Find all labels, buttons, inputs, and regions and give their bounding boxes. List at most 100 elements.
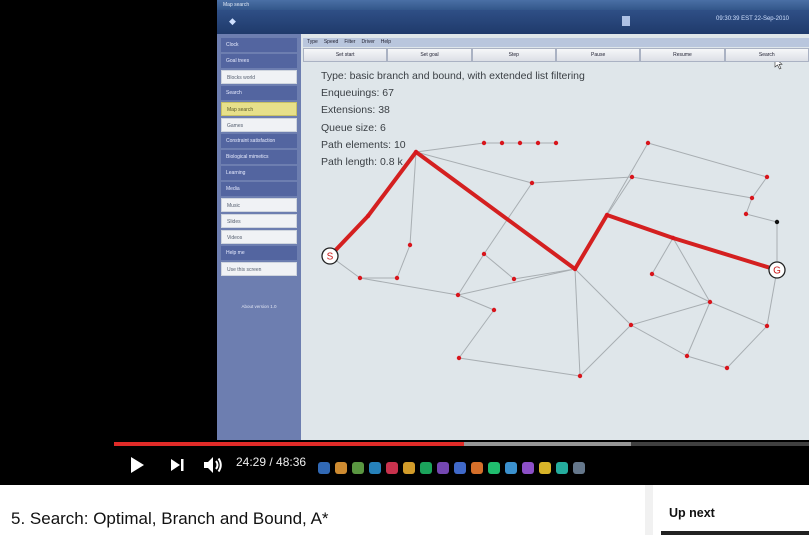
graph-edge (686, 301, 711, 357)
sidebar-item-help-me[interactable]: Help me (221, 246, 297, 260)
menu-driver[interactable]: Driver (361, 39, 374, 45)
taskbar-clock: 09:30:39 EST 22-Sep-2010 (716, 16, 789, 22)
taskbar-app-icon[interactable] (437, 462, 449, 474)
sidebar-item-map-search[interactable]: Map search (221, 102, 297, 116)
sidebar-item-music[interactable]: Music (221, 198, 297, 212)
taskbar-app-icon[interactable] (488, 462, 500, 474)
graph-edge (513, 268, 576, 280)
graph-node (628, 322, 634, 328)
set-goal-button[interactable]: Set goal (387, 48, 472, 62)
sidebar-item-games[interactable]: Games (221, 118, 297, 132)
next-icon[interactable] (168, 456, 186, 474)
progress-bar[interactable] (114, 442, 809, 446)
menu-type[interactable]: Type (307, 39, 318, 45)
graph-node (357, 275, 363, 281)
graph-node (707, 299, 713, 305)
goal-node-label: G (773, 266, 781, 277)
graph-node (529, 180, 535, 186)
graph-node (456, 355, 462, 361)
taskbar-app-icon[interactable] (471, 462, 483, 474)
path-length: Path length: 0.8 k (321, 156, 403, 169)
graph-node (684, 353, 690, 359)
graph-node (491, 307, 497, 313)
sidebar-item-learning[interactable]: Learning (221, 166, 297, 180)
graph-edge (709, 301, 768, 327)
play-icon[interactable] (128, 456, 146, 474)
step-button[interactable]: Step (471, 48, 556, 62)
taskbar-app-icon[interactable] (505, 462, 517, 474)
sidebar-item-media[interactable]: Media (221, 182, 297, 196)
enqueuings-count: Enqueuings: 67 (321, 87, 394, 100)
set-start-button[interactable]: Set start (303, 48, 388, 62)
menu-bar: Type Speed Filter Driver Help (303, 38, 809, 47)
up-next-thumbnail[interactable] (661, 531, 809, 535)
taskbar-app-icon[interactable] (454, 462, 466, 474)
graph-edge (359, 277, 459, 296)
taskbar-app-icon[interactable] (318, 462, 330, 474)
taskbar-app-icon[interactable] (335, 462, 347, 474)
graph-edge (630, 324, 688, 357)
up-next-label: Up next (669, 506, 715, 520)
graph-edge (458, 357, 581, 377)
graph-edge (751, 176, 768, 199)
video-frame: Map search ◆ 09:30:39 EST 22-Sep-2010 Cl… (217, 0, 809, 440)
search-info: Type: basic branch and bound, with exten… (321, 68, 585, 171)
menu-filter[interactable]: Filter (344, 39, 355, 45)
taskbar-app-icon[interactable] (556, 462, 568, 474)
taskbar-app-icon[interactable] (352, 462, 364, 474)
volume-icon[interactable] (202, 454, 224, 476)
taskbar-app-icon[interactable] (539, 462, 551, 474)
graph-edge (574, 268, 632, 326)
graph-node (670, 235, 676, 241)
menu-help[interactable]: Help (381, 39, 391, 45)
graph-node (455, 292, 461, 298)
graph-edge (631, 176, 753, 199)
graph-edge (745, 213, 778, 223)
start-node-label: S (327, 252, 334, 263)
resume-button[interactable]: Resume (640, 48, 725, 62)
taskbar-app-icon[interactable] (522, 462, 534, 474)
pause-button[interactable]: Pause (555, 48, 641, 62)
graph-edge (686, 355, 728, 369)
search-button[interactable]: Search (724, 48, 809, 62)
taskbar-app-icon[interactable] (573, 462, 585, 474)
taskbar-app-icon[interactable] (420, 462, 432, 474)
graph-node (774, 219, 780, 225)
sidebar-item-goal-trees[interactable]: Goal trees (221, 54, 297, 68)
graph-edge (396, 244, 411, 279)
progress-played (114, 442, 465, 446)
graph-node (365, 213, 371, 219)
sidebar-item-clock[interactable]: Clock (221, 38, 297, 52)
sidebar-item-constraint-satisfaction[interactable]: Constraint satisfaction (221, 134, 297, 148)
taskbar-app-icon[interactable] (386, 462, 398, 474)
graph-edge (647, 142, 768, 178)
graph-edge (579, 324, 632, 377)
sidebar-item-use-this-screen[interactable]: Use this screen (221, 262, 297, 276)
graph-node (645, 140, 651, 146)
graph-node (764, 174, 770, 180)
taskbar-app-icon[interactable] (369, 462, 381, 474)
graph-node (743, 211, 749, 217)
graph-edge (651, 273, 711, 303)
sidebar-item-slides[interactable]: Slides (221, 214, 297, 228)
graph-node (394, 275, 400, 281)
sidebar-item-search[interactable]: Search (221, 86, 297, 100)
graph-edge (606, 176, 633, 216)
sidebar-item-blocks-world[interactable]: Blocks world (221, 70, 297, 84)
video-info-area: 5. Search: Optimal, Branch and Bound, A*… (0, 485, 809, 535)
graph-edge (457, 253, 485, 296)
windows-taskbar (318, 458, 809, 478)
up-next-column: Up next (645, 485, 809, 535)
sidebar-item-biological-mimetics[interactable]: Biological mimetics (221, 150, 297, 164)
taskbar-app-icon[interactable] (403, 462, 415, 474)
sidebar-item-videos[interactable]: Videos (221, 230, 297, 244)
graph-edge (745, 197, 753, 215)
extensions-count: Extensions: 38 (321, 104, 390, 117)
system-logo-icon: ◆ (229, 16, 236, 26)
path-elements: Path elements: 10 (321, 138, 406, 151)
player-controls: 24:29 / 48:36 (0, 440, 809, 485)
graph-edge (651, 237, 674, 275)
menu-speed[interactable]: Speed (324, 39, 338, 45)
video-player[interactable]: Map search ◆ 09:30:39 EST 22-Sep-2010 Cl… (0, 0, 809, 485)
graph-node (604, 212, 610, 218)
